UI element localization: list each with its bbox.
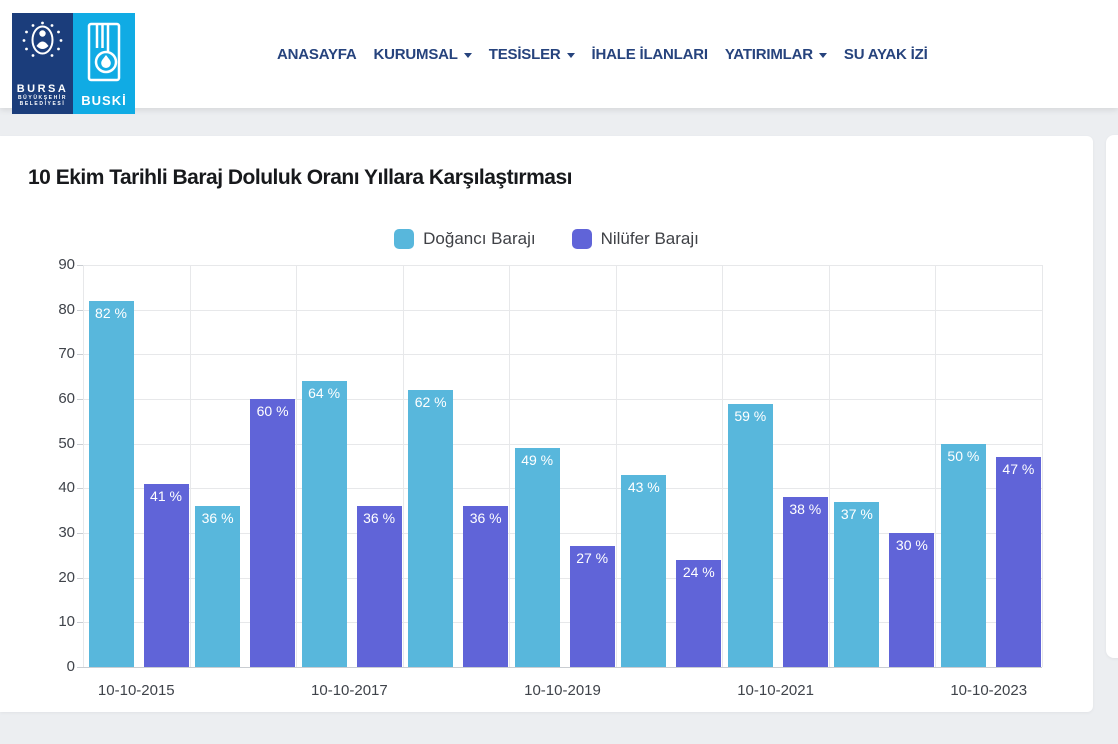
bar-doganci-10-10-2016[interactable]: 36 % <box>195 506 240 667</box>
y-gridline <box>83 444 1042 445</box>
bursa-municipality-logo: BURSA BÜYÜKŞEHİR BELEDİYESİ <box>12 13 73 114</box>
y-gridline <box>83 488 1042 489</box>
x-tick-label: 10-10-2017 <box>284 681 414 701</box>
bar-nilufer-10-10-2017[interactable]: 36 % <box>357 506 402 667</box>
chevron-down-icon <box>464 53 472 58</box>
bar-value-label: 38 % <box>783 501 828 517</box>
bar-value-label: 30 % <box>889 537 934 553</box>
bar-value-label: 50 % <box>941 448 986 464</box>
x-gridline <box>296 265 297 667</box>
y-tick-label: 90 <box>25 255 75 275</box>
bar-value-label: 24 % <box>676 564 721 580</box>
bar-doganci-10-10-2018[interactable]: 62 % <box>408 390 453 667</box>
y-tick-label: 70 <box>25 344 75 364</box>
bar-doganci-10-10-2019[interactable]: 49 % <box>515 448 560 667</box>
nav-label: ANASAYFA <box>277 46 357 63</box>
y-tick-label: 10 <box>25 612 75 632</box>
bursa-logo-text-1: BURSA <box>17 83 69 95</box>
y-tick-label: 80 <box>25 300 75 320</box>
bar-doganci-10-10-2023[interactable]: 50 % <box>941 444 986 667</box>
y-gridline <box>83 265 1042 266</box>
nav-label: KURUMSAL <box>374 46 458 63</box>
bar-value-label: 64 % <box>302 385 347 401</box>
bar-nilufer-10-10-2021[interactable]: 38 % <box>783 497 828 667</box>
x-tick-label: 10-10-2015 <box>71 681 201 701</box>
nav-item-tesisler[interactable]: TESİSLER <box>489 46 575 63</box>
chevron-down-icon <box>567 53 575 58</box>
x-gridline <box>403 265 404 667</box>
bar-value-label: 41 % <box>144 488 189 504</box>
nav-item-yatirimlar[interactable]: YATIRIMLAR <box>725 46 827 63</box>
nav-item-su-ayak-izi[interactable]: SU AYAK İZİ <box>844 46 928 63</box>
bar-doganci-10-10-2021[interactable]: 59 % <box>728 404 773 668</box>
nav-label: TESİSLER <box>489 46 561 63</box>
x-gridline <box>1042 265 1043 667</box>
y-tick-label: 20 <box>25 568 75 588</box>
buski-logo: BUSKİ <box>73 13 135 114</box>
y-gridline <box>83 354 1042 355</box>
nav-item-kurumsal[interactable]: KURUMSAL <box>374 46 472 63</box>
x-gridline <box>83 265 84 667</box>
bar-value-label: 36 % <box>463 510 508 526</box>
buski-logo-text: BUSKİ <box>81 93 126 108</box>
bar-chart-plot-area: 0 10 20 30 40 50 60 70 80 90 82 % 36 % 64 % 62 % 49 % 4… <box>0 136 1093 712</box>
chart-card: 10 Ekim Tarihli Baraj Doluluk Oranı Yıll… <box>0 136 1093 712</box>
bar-nilufer-10-10-2016[interactable]: 60 % <box>250 399 295 667</box>
x-gridline <box>509 265 510 667</box>
buski-droplet-icon <box>84 22 124 84</box>
site-logo[interactable]: BURSA BÜYÜKŞEHİR BELEDİYESİ BUSKİ <box>12 13 135 114</box>
bar-value-label: 36 % <box>357 510 402 526</box>
bursa-crest-icon <box>20 19 65 71</box>
bar-nilufer-10-10-2019[interactable]: 27 % <box>570 546 615 667</box>
bar-doganci-10-10-2015[interactable]: 82 % <box>89 301 134 667</box>
bursa-logo-text-3: BELEDİYESİ <box>20 101 66 107</box>
y-tick-label: 50 <box>25 434 75 454</box>
bar-value-label: 59 % <box>728 408 773 424</box>
main-navigation: ANASAYFA KURUMSAL TESİSLER İHALE İLANLAR… <box>277 0 928 108</box>
x-gridline <box>935 265 936 667</box>
bar-value-label: 49 % <box>515 452 560 468</box>
x-axis-line <box>83 667 1042 668</box>
bar-nilufer-10-10-2023[interactable]: 47 % <box>996 457 1041 667</box>
y-gridline <box>83 310 1042 311</box>
bar-value-label: 60 % <box>250 403 295 419</box>
side-card-partial <box>1106 135 1118 658</box>
bar-nilufer-10-10-2020[interactable]: 24 % <box>676 560 721 667</box>
bar-value-label: 47 % <box>996 461 1041 477</box>
x-gridline <box>616 265 617 667</box>
nav-item-ihale-ilanlari[interactable]: İHALE İLANLARI <box>592 46 708 63</box>
y-tick-label: 60 <box>25 389 75 409</box>
bar-value-label: 27 % <box>570 550 615 566</box>
bar-doganci-10-10-2022[interactable]: 37 % <box>834 502 879 667</box>
x-tick-label: 10-10-2021 <box>711 681 841 701</box>
x-tick-label: 10-10-2019 <box>498 681 628 701</box>
bar-value-label: 62 % <box>408 394 453 410</box>
bar-doganci-10-10-2017[interactable]: 64 % <box>302 381 347 667</box>
bar-nilufer-10-10-2015[interactable]: 41 % <box>144 484 189 667</box>
nav-label: İHALE İLANLARI <box>592 46 708 63</box>
bar-value-label: 82 % <box>89 305 134 321</box>
x-gridline <box>190 265 191 667</box>
y-tick-label: 30 <box>25 523 75 543</box>
x-gridline <box>829 265 830 667</box>
y-tick-label: 40 <box>25 478 75 498</box>
nav-label: YATIRIMLAR <box>725 46 813 63</box>
y-gridline <box>83 399 1042 400</box>
bar-value-label: 36 % <box>195 510 240 526</box>
nav-item-anasayfa[interactable]: ANASAYFA <box>277 46 357 63</box>
bar-value-label: 37 % <box>834 506 879 522</box>
x-tick-label: 10-10-2023 <box>924 681 1054 701</box>
bar-nilufer-10-10-2022[interactable]: 30 % <box>889 533 934 667</box>
bar-doganci-10-10-2020[interactable]: 43 % <box>621 475 666 667</box>
x-gridline <box>722 265 723 667</box>
site-header: BURSA BÜYÜKŞEHİR BELEDİYESİ BUSKİ ANASAY… <box>0 0 1118 108</box>
bar-value-label: 43 % <box>621 479 666 495</box>
nav-label: SU AYAK İZİ <box>844 46 928 63</box>
y-tick-label: 0 <box>25 657 75 677</box>
chevron-down-icon <box>819 53 827 58</box>
bar-nilufer-10-10-2018[interactable]: 36 % <box>463 506 508 667</box>
